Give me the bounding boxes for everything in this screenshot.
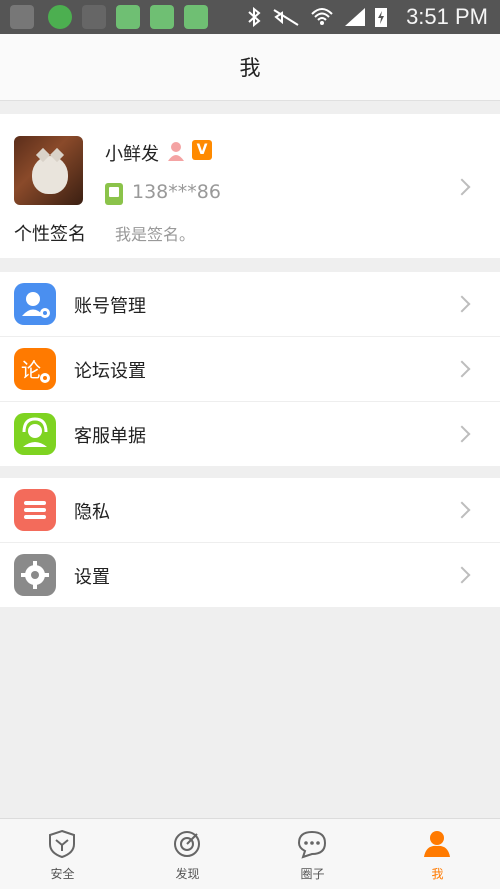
status-time: 3:51 PM — [406, 4, 488, 29]
menu-label: 论坛设置 — [74, 361, 146, 382]
settings-menu-group: 隐私 设置 — [0, 478, 500, 607]
profile-card[interactable]: 小鲜发 V 138***86 个性签名 我是签名。 — [0, 114, 500, 258]
menu-item-forum-settings[interactable]: 论 论坛设置 — [0, 337, 500, 402]
signature-value[interactable]: 我是签名。 — [115, 221, 195, 245]
tab-label: 我 — [431, 867, 444, 881]
page-title: 我 — [239, 56, 261, 80]
user-gender-icon — [168, 142, 184, 161]
menu-item-settings[interactable]: 设置 — [0, 543, 500, 607]
battery-icon — [375, 8, 387, 27]
app-icon — [116, 5, 140, 29]
menu-item-privacy[interactable]: 隐私 — [0, 478, 500, 543]
settings-gear-icon — [14, 554, 56, 596]
status-bar: 3:51 PM — [0, 0, 500, 34]
privacy-icon — [14, 489, 56, 531]
notification-icon — [10, 5, 34, 29]
bluetooth-icon — [248, 7, 261, 27]
app-icon — [184, 5, 208, 29]
signature-label: 个性签名 — [14, 224, 86, 245]
tab-label: 发现 — [175, 867, 200, 881]
chat-bubble-icon — [297, 830, 327, 859]
account-icon — [14, 283, 56, 325]
mute-icon — [273, 9, 299, 26]
tab-label: 圈子 — [300, 867, 325, 881]
tab-me[interactable]: 我 — [375, 819, 500, 889]
account-menu-group: 账号管理 论 论坛设置 客服单据 — [0, 272, 500, 466]
app-icon — [82, 5, 106, 29]
avatar[interactable] — [14, 136, 83, 205]
menu-label: 隐私 — [74, 502, 110, 523]
vip-badge: V — [192, 140, 212, 160]
wifi-icon — [311, 8, 333, 25]
tab-circle[interactable]: 圈子 — [250, 819, 375, 889]
chevron-right-icon — [453, 178, 471, 196]
shield-icon — [49, 829, 75, 859]
username: 小鲜发 — [105, 144, 159, 165]
tab-security[interactable]: 安全 — [0, 819, 125, 889]
chevron-right-icon — [453, 501, 471, 519]
chevron-right-icon — [453, 566, 471, 584]
phone-number: 138***86 — [132, 181, 221, 203]
chevron-right-icon — [453, 425, 471, 443]
person-icon — [424, 831, 450, 857]
app-icon — [150, 5, 174, 29]
menu-item-customer-service[interactable]: 客服单据 — [0, 402, 500, 466]
menu-label: 设置 — [74, 567, 110, 588]
menu-label: 账号管理 — [74, 296, 146, 317]
customer-service-icon — [14, 413, 56, 455]
menu-label: 客服单据 — [74, 426, 146, 447]
top-header: 我 — [0, 34, 500, 101]
chevron-right-icon — [453, 295, 471, 313]
tab-label: 安全 — [50, 867, 75, 881]
app-icon — [48, 5, 72, 29]
tab-discover[interactable]: 发现 — [125, 819, 250, 889]
signal-icon — [345, 8, 365, 26]
svg-text:论: 论 — [21, 358, 41, 382]
compass-icon — [174, 831, 200, 857]
chevron-right-icon — [453, 360, 471, 378]
phone-icon — [105, 183, 123, 205]
menu-item-account[interactable]: 账号管理 — [0, 272, 500, 337]
forum-settings-icon: 论 — [14, 348, 56, 390]
bottom-tab-bar: 安全 发现 圈子 我 — [0, 818, 500, 889]
